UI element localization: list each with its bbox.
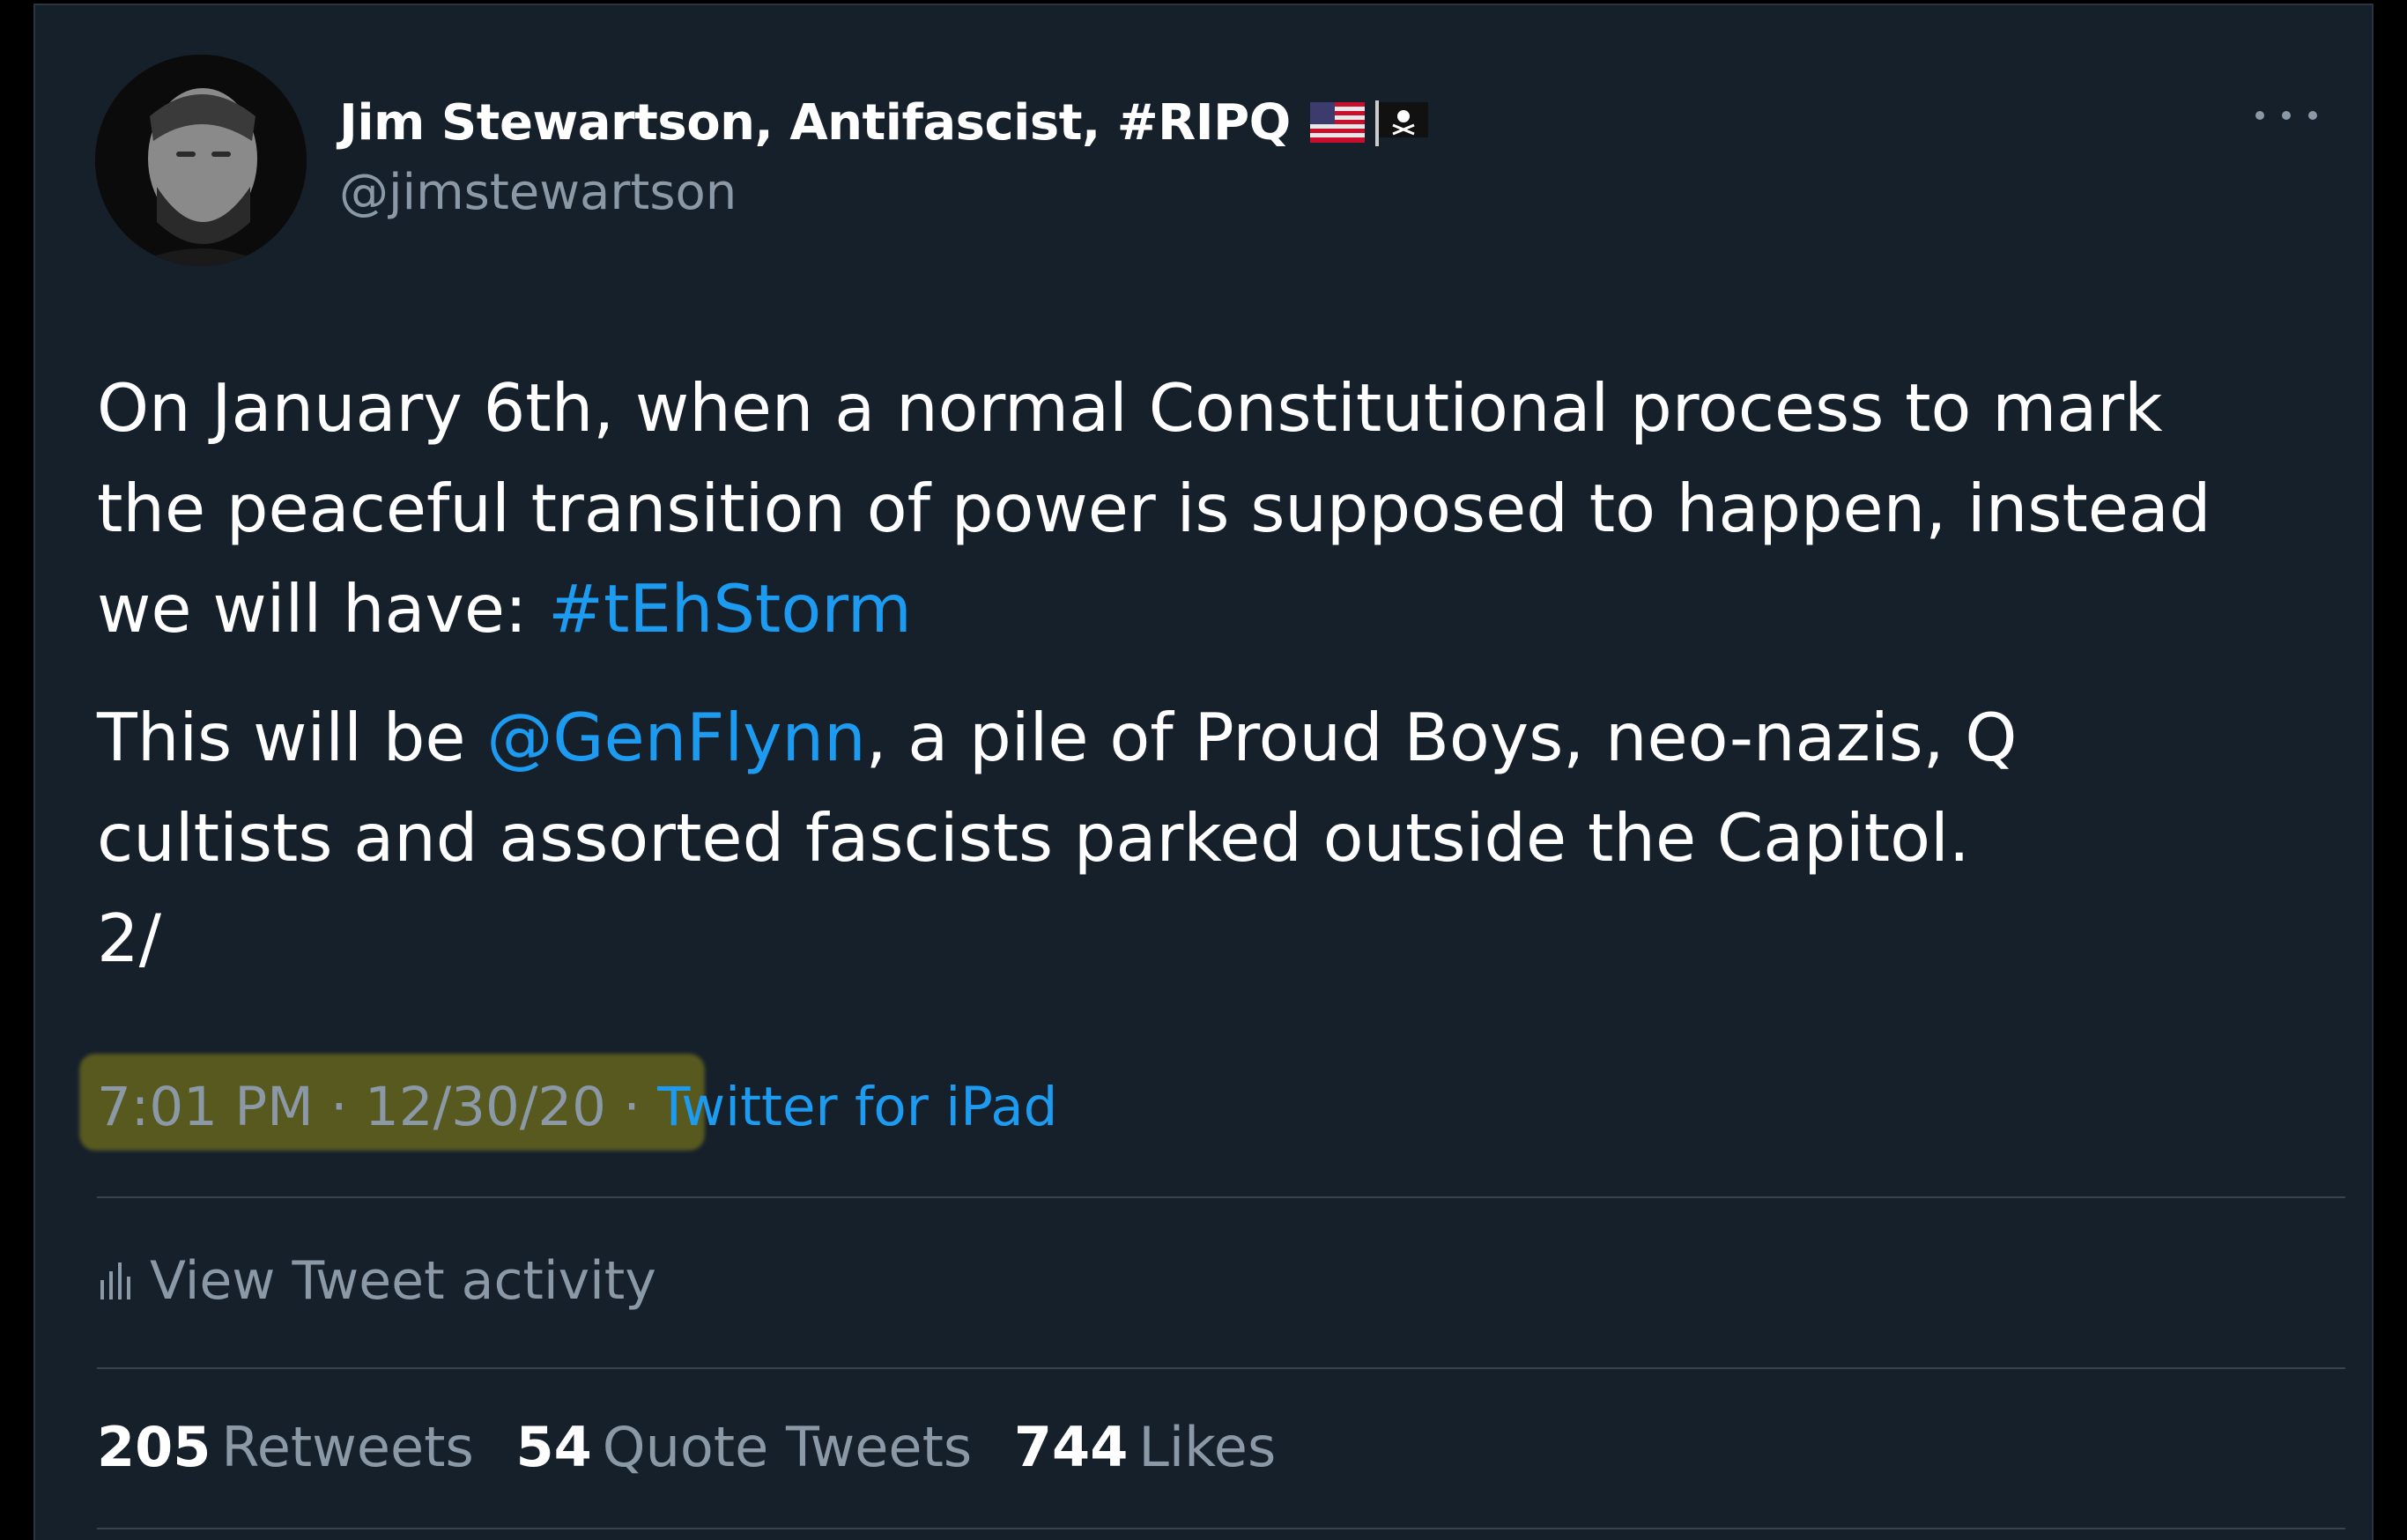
tweet-source-link[interactable]: Twitter for iPad bbox=[657, 1076, 1057, 1138]
tweet-stats: 205 Retweets 54 Quote Tweets 744 Likes bbox=[97, 1415, 1300, 1479]
tweet-time[interactable]: 7:01 PM bbox=[97, 1076, 314, 1138]
tweet-text: On January 6th, when a normal Constituti… bbox=[97, 358, 2352, 1017]
author-name-row[interactable]: Jim Stewartson, Antifascist, #RIPQ bbox=[339, 92, 1430, 153]
quote-tweets-stat[interactable]: 54 Quote Tweets bbox=[516, 1415, 973, 1479]
quote-tweets-count: 54 bbox=[515, 1415, 592, 1479]
retweets-stat[interactable]: 205 Retweets bbox=[97, 1415, 474, 1479]
tweet-line: the peaceful transition of power is supp… bbox=[97, 470, 2211, 547]
more-dot-icon bbox=[2308, 111, 2317, 120]
tweet-line-text: we will have: bbox=[97, 570, 549, 648]
tweet-line: we will have: #tEhStorm bbox=[97, 559, 2352, 659]
tweet-line: 2/ bbox=[97, 900, 161, 977]
retweets-label: Retweets bbox=[221, 1415, 474, 1479]
avatar[interactable] bbox=[95, 55, 307, 266]
author-handle[interactable]: @jimstewartson bbox=[339, 164, 737, 221]
divider bbox=[97, 1196, 2345, 1198]
tweet-line: cultists and assorted fascists parked ou… bbox=[97, 799, 1970, 877]
tweet-card: Jim Stewartson, Antifascist, #RIPQ @jims… bbox=[33, 4, 2374, 1540]
avatar-image bbox=[95, 55, 307, 266]
retweets-count: 205 bbox=[97, 1415, 211, 1479]
more-dot-icon bbox=[2282, 111, 2291, 120]
more-options-button[interactable] bbox=[2255, 102, 2317, 129]
more-dot-icon bbox=[2255, 111, 2264, 120]
tweet-line-text: , a pile of Proud Boys, neo-nazis, Q bbox=[865, 699, 2018, 776]
tweet-line: This will be @GenFlynn, a pile of Proud … bbox=[97, 687, 2352, 788]
tweet-paragraph: This will be @GenFlynn, a pile of Proud … bbox=[97, 687, 2352, 988]
hashtag-link[interactable]: #tEhStorm bbox=[548, 570, 912, 648]
tweet-meta: 7:01 PM · 12/30/20 · Twitter for iPad bbox=[97, 1076, 1057, 1138]
tweet-paragraph: On January 6th, when a normal Constituti… bbox=[97, 358, 2352, 659]
divider bbox=[97, 1367, 2345, 1369]
analytics-icon bbox=[100, 1262, 130, 1299]
tweet-line-text: This will be bbox=[97, 699, 487, 776]
tweet-date[interactable]: 12/30/20 bbox=[365, 1076, 606, 1138]
us-flag-icon bbox=[1309, 102, 1365, 143]
likes-label: Likes bbox=[1138, 1415, 1277, 1479]
mention-link[interactable]: @GenFlynn bbox=[486, 699, 865, 776]
likes-count: 744 bbox=[1013, 1415, 1129, 1479]
view-tweet-activity-button[interactable]: View Tweet activity bbox=[97, 1246, 656, 1316]
pirate-flag-icon bbox=[1374, 99, 1430, 146]
display-name[interactable]: Jim Stewartson, Antifascist, #RIPQ bbox=[339, 94, 1291, 152]
tweet-line: On January 6th, when a normal Constituti… bbox=[97, 369, 2163, 447]
view-tweet-activity-label: View Tweet activity bbox=[150, 1250, 656, 1312]
meta-separator: · bbox=[313, 1076, 365, 1138]
meta-separator: · bbox=[605, 1076, 658, 1138]
quote-tweets-label: Quote Tweets bbox=[602, 1415, 973, 1479]
likes-stat[interactable]: 744 Likes bbox=[1014, 1415, 1276, 1479]
divider bbox=[97, 1528, 2345, 1529]
